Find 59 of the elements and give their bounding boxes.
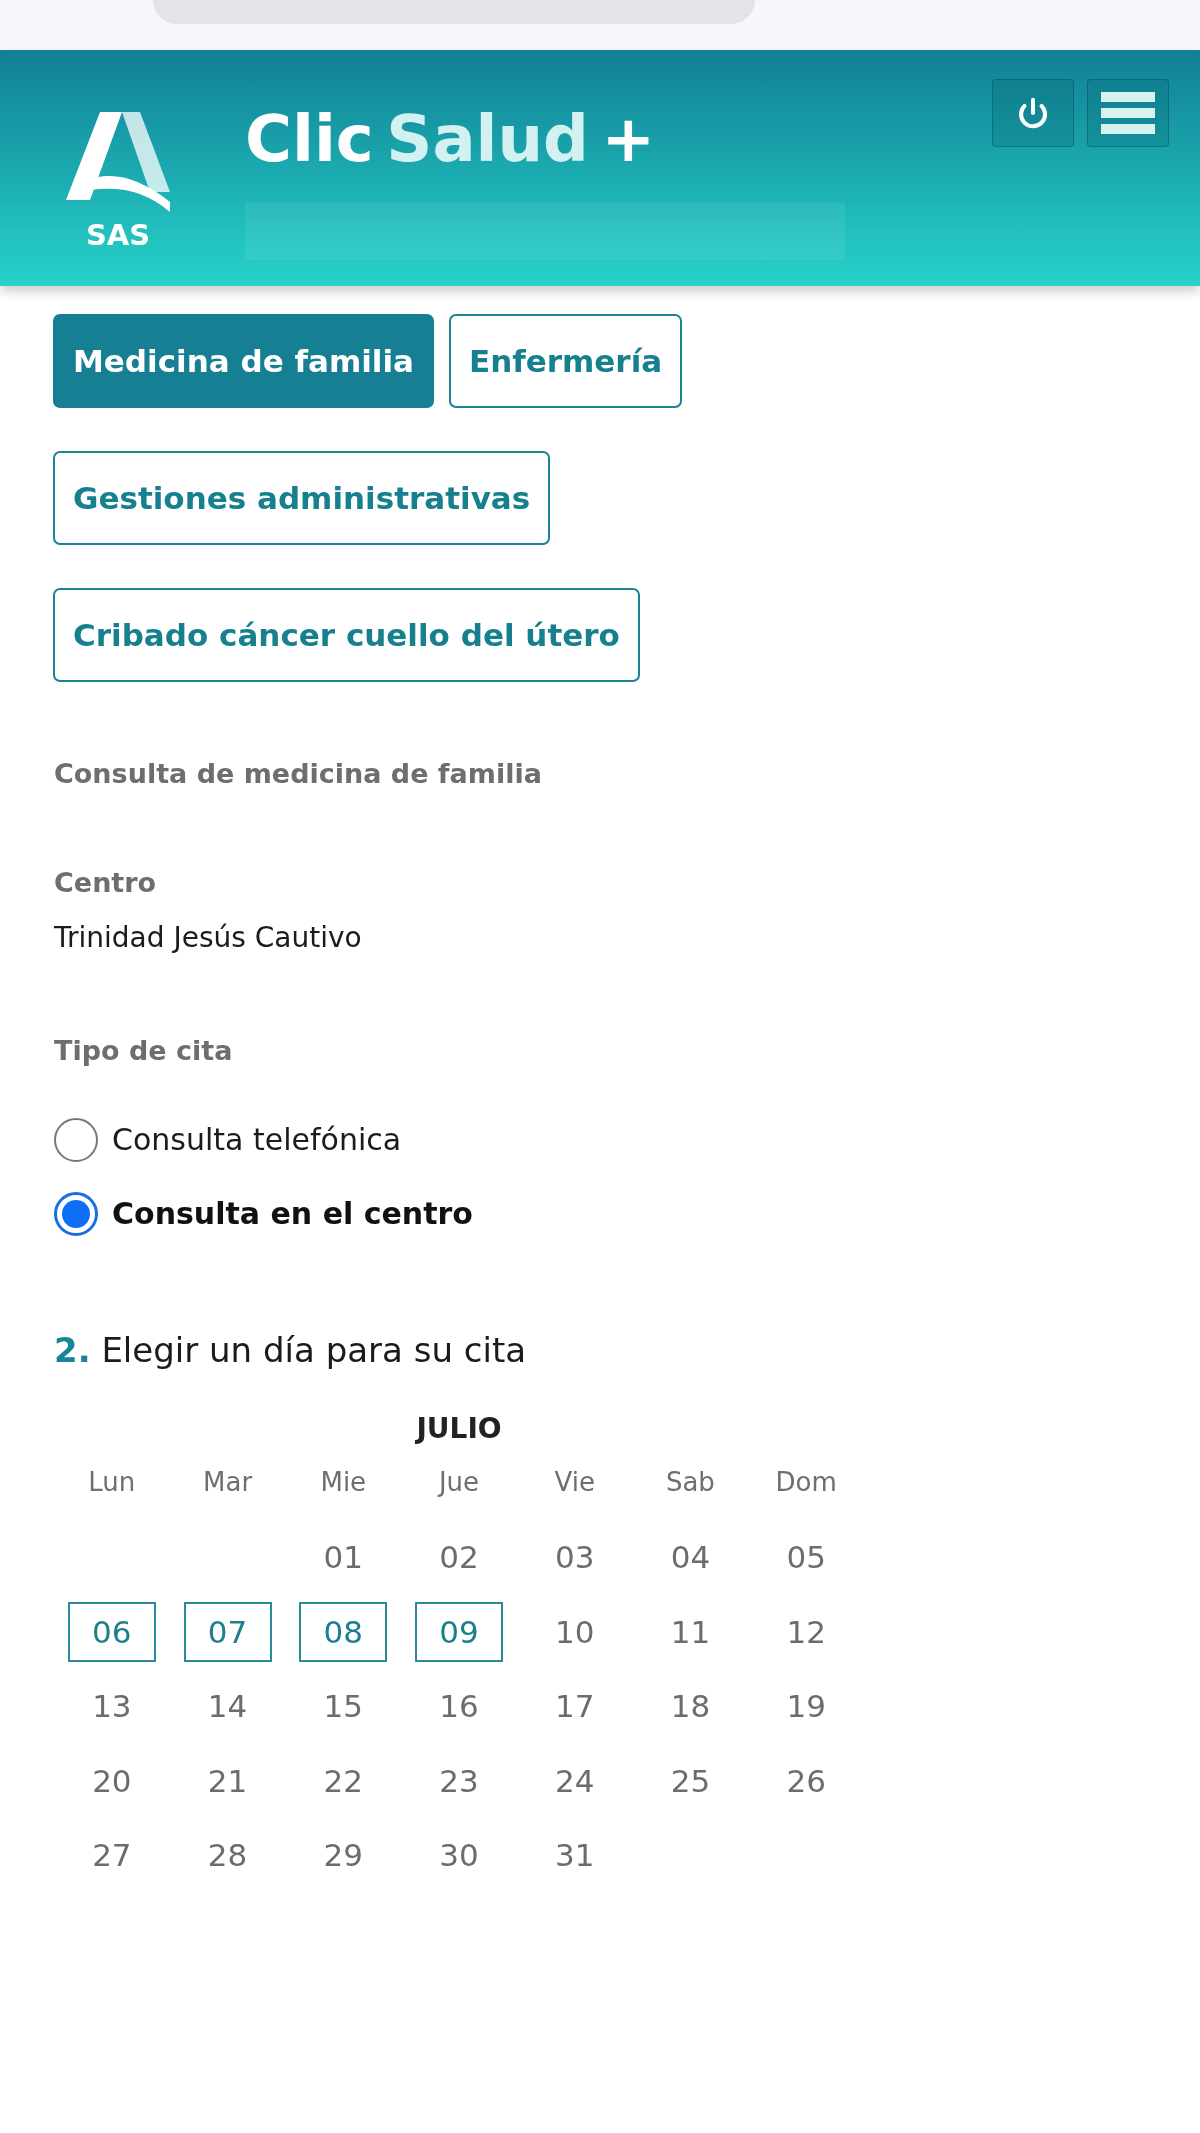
weekday-label: Mar: [203, 1466, 253, 1498]
day-number: 23: [439, 1761, 479, 1801]
logo-icon: [66, 112, 170, 212]
radio-button[interactable]: [54, 1192, 98, 1236]
day-number: 13: [92, 1687, 132, 1727]
available-day[interactable]: 06: [67, 1601, 156, 1662]
weekday-label: Vie: [554, 1466, 595, 1498]
day-number: 04: [670, 1538, 711, 1578]
power-button[interactable]: [992, 79, 1074, 147]
field-value: Trinidad Jesús Cautivo: [54, 920, 362, 956]
day-number: 21: [207, 1761, 248, 1801]
app-title: Clic Salud +: [245, 102, 657, 178]
radio-button[interactable]: [54, 1118, 98, 1162]
day-number: 27: [92, 1836, 132, 1876]
day-number: 30: [439, 1836, 479, 1876]
day-number: 10: [554, 1612, 595, 1652]
day-number: 17: [554, 1687, 595, 1727]
day-number: 01: [323, 1538, 363, 1578]
weekday-label: Mie: [320, 1466, 367, 1498]
day-number: 28: [207, 1836, 248, 1876]
day-number: 20: [92, 1761, 132, 1801]
day-number: 24: [554, 1761, 595, 1801]
menu-button[interactable]: [1087, 79, 1169, 147]
day-number: 31: [554, 1836, 595, 1876]
step-heading: 2. Elegir un día para su cita: [54, 1329, 527, 1372]
month-title: JULIO: [416, 1411, 502, 1447]
logo-text: SAS: [85, 218, 151, 252]
weekday-label: Jue: [438, 1466, 480, 1498]
weekday-label: Lun: [88, 1466, 136, 1498]
day-number: 18: [670, 1687, 711, 1727]
day-number: 19: [786, 1687, 826, 1727]
day-number: 25: [670, 1761, 711, 1801]
day-number: 12: [786, 1612, 826, 1652]
day-number: 03: [554, 1538, 595, 1578]
category-tab[interactable]: Gestiones administrativas: [53, 451, 551, 545]
day-number: 15: [323, 1687, 363, 1727]
available-day[interactable]: 09: [415, 1601, 503, 1662]
weekday-label: Dom: [775, 1466, 837, 1498]
category-tab[interactable]: Cribado cáncer cuello del útero: [53, 588, 640, 682]
day-number: 29: [323, 1836, 363, 1876]
radio-label[interactable]: Consulta telefónica: [112, 1120, 402, 1160]
day-number: 02: [439, 1538, 479, 1578]
available-day[interactable]: 08: [299, 1601, 388, 1662]
section-title: Consulta de medicina de familia: [54, 757, 542, 791]
day-number: 05: [786, 1538, 826, 1578]
category-tab[interactable]: Enfermería: [449, 314, 683, 408]
weekday-label: Sab: [665, 1466, 715, 1498]
day-number: 16: [439, 1687, 479, 1727]
day-number: 11: [670, 1612, 711, 1652]
radio-label[interactable]: Consulta en el centro: [112, 1194, 473, 1234]
available-day[interactable]: 07: [183, 1601, 272, 1662]
day-number: 26: [786, 1761, 826, 1801]
day-number: 22: [323, 1761, 363, 1801]
category-tab[interactable]: Medicina de familia: [53, 314, 434, 408]
power-icon: [1017, 97, 1049, 129]
field-label: Centro: [54, 866, 157, 900]
day-number: 14: [207, 1687, 248, 1727]
field-label: Tipo de cita: [54, 1034, 233, 1068]
menu-icon: [1101, 92, 1155, 134]
